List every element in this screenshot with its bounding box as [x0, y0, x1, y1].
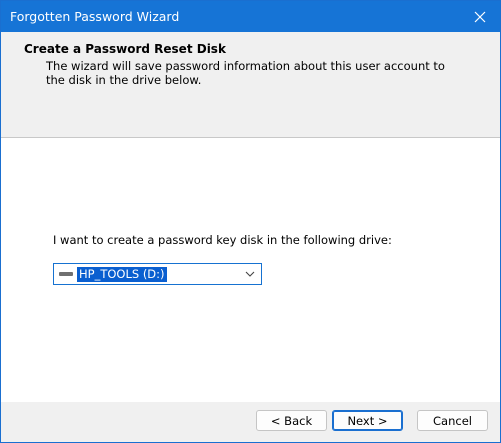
close-button[interactable]: [470, 7, 490, 27]
page-description: The wizard will save password informatio…: [46, 59, 445, 87]
wizard-header: Create a Password Reset Disk The wizard …: [1, 32, 500, 138]
close-icon: [474, 11, 486, 23]
title-bar[interactable]: Forgotten Password Wizard: [1, 1, 500, 32]
drive-icon: [59, 272, 73, 276]
wizard-body: I want to create a password key disk in …: [1, 138, 500, 402]
back-button[interactable]: < Back: [256, 410, 327, 431]
wizard-footer: < Back Next > Cancel: [1, 402, 500, 442]
next-button[interactable]: Next >: [332, 410, 403, 431]
page-title: Create a Password Reset Disk: [24, 42, 226, 56]
window-title: Forgotten Password Wizard: [10, 9, 180, 24]
wizard-window: Forgotten Password Wizard Create a Passw…: [0, 0, 501, 443]
chevron-down-icon[interactable]: [244, 268, 256, 280]
drive-select-value: HP_TOOLS (D:): [77, 267, 167, 282]
drive-prompt-label: I want to create a password key disk in …: [53, 233, 392, 247]
drive-select[interactable]: HP_TOOLS (D:): [53, 263, 262, 285]
cancel-button[interactable]: Cancel: [417, 410, 488, 431]
